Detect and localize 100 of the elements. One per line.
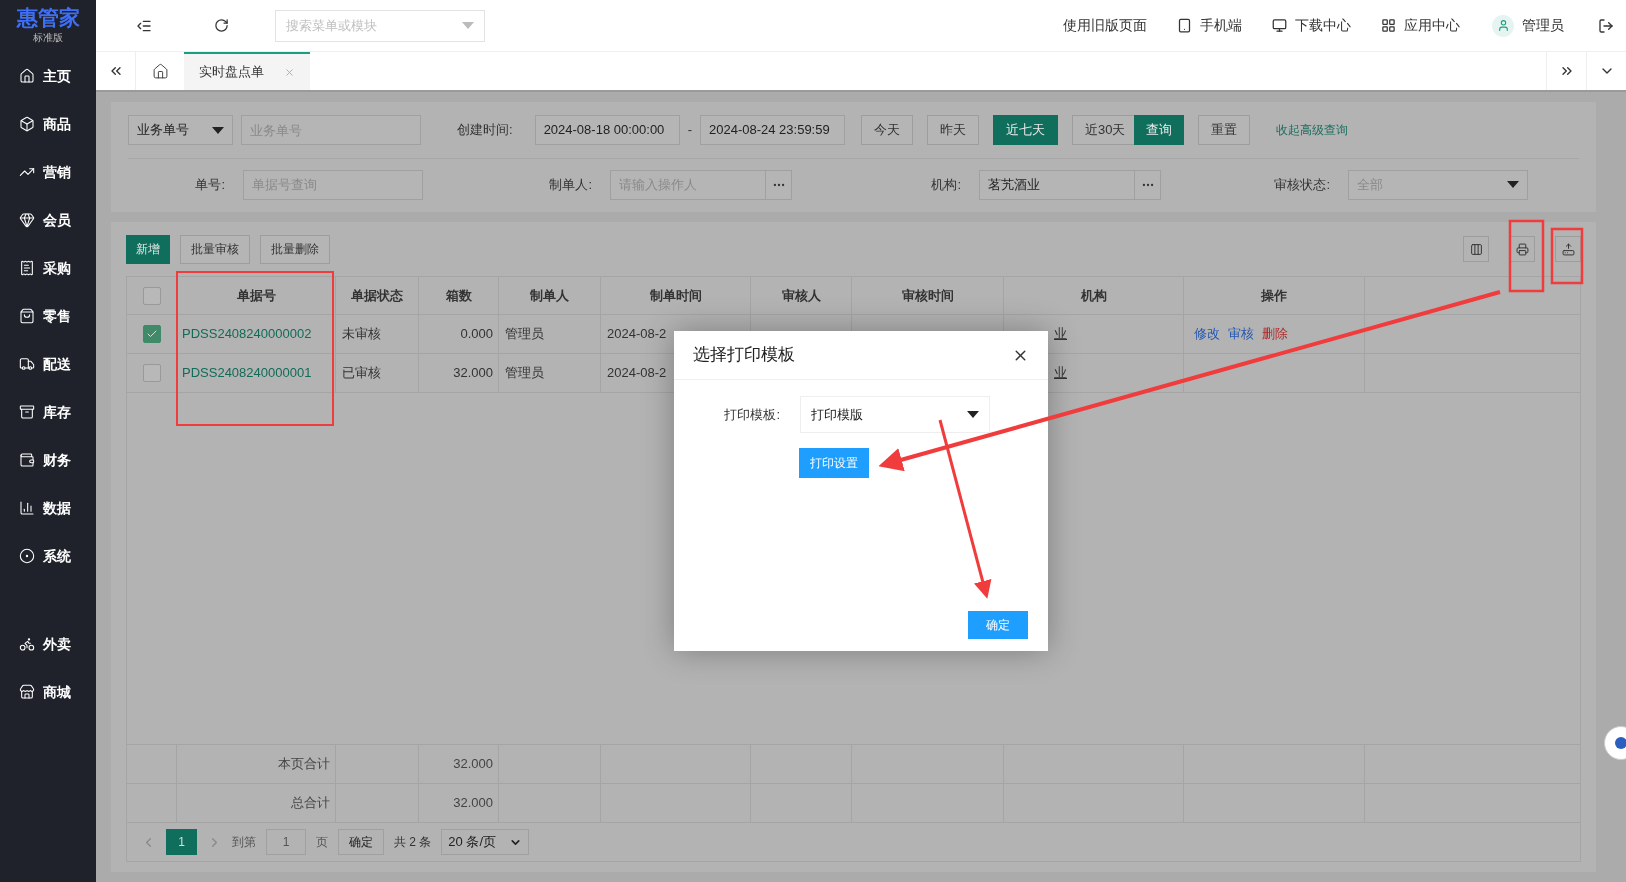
goto-button[interactable]: 确定 (338, 829, 384, 855)
toolbar-button[interactable]: 批量审核 (180, 234, 250, 264)
query-button[interactable]: 查询 (1134, 115, 1185, 145)
column-header: 制单时间 (601, 277, 751, 314)
sidebar-item[interactable]: 库存 (0, 388, 96, 436)
column-header: 单据状态 (336, 277, 419, 314)
column-header: 制单人 (499, 277, 601, 314)
page-number[interactable]: 1 (166, 829, 197, 855)
sidebar-item[interactable]: 会员 (0, 196, 96, 244)
cube-icon (19, 116, 35, 132)
date-range-button[interactable]: 昨天 (926, 115, 979, 145)
bike-icon (19, 636, 35, 652)
grid-icon (1381, 18, 1396, 33)
table-cell-text: 已审核 (342, 364, 381, 383)
edition-label: 标准版 (33, 31, 63, 45)
summary-label: 本页合计 (278, 755, 330, 774)
field-label: 机构: (930, 175, 962, 194)
bag-icon (19, 308, 35, 324)
highlight-frame (1550, 227, 1584, 285)
sidebar-item[interactable]: 零售 (0, 292, 96, 340)
logo-text: 惠管家 (16, 7, 80, 28)
field-label: 打印模板: (723, 405, 781, 424)
truck-icon (19, 356, 35, 372)
header-link[interactable]: 手机端 (1177, 15, 1242, 36)
table-cell-text: 2024-08-2 (607, 325, 667, 344)
select-all-checkbox[interactable] (142, 286, 161, 305)
sidebar-item[interactable]: 外卖 (0, 620, 96, 668)
org-field[interactable]: 茗艽酒业 (979, 169, 1161, 200)
sidebar-item[interactable]: 营销 (0, 148, 96, 196)
table-cell-text: 2024-08-2 (607, 364, 667, 383)
logout-icon[interactable] (1598, 17, 1614, 34)
printer-icon[interactable] (1509, 236, 1535, 262)
export-icon[interactable] (1555, 236, 1581, 262)
summary-label: 总合计 (291, 794, 330, 813)
reset-button[interactable]: 重置 (1198, 115, 1251, 145)
target-icon (19, 548, 35, 564)
field-label: 单号: (194, 175, 226, 194)
page-input[interactable]: 1 (266, 829, 306, 855)
page-size-select[interactable]: 20 条/页 (441, 829, 530, 855)
user-menu[interactable]: 管理员 (1492, 14, 1564, 37)
sidebar-item[interactable]: 数据 (0, 484, 96, 532)
table-cell-text: 业 (1054, 325, 1067, 344)
caret-icon (967, 411, 979, 418)
toolbar-button[interactable]: 新增 (126, 234, 170, 264)
column-header: 机构 (1004, 277, 1184, 314)
bar-chart-icon (19, 500, 35, 516)
sidebar-item[interactable]: 采购 (0, 244, 96, 292)
column-header: 箱数 (419, 277, 499, 314)
page-unit: 页 (316, 834, 328, 851)
sidebar-item[interactable]: 商城 (0, 668, 96, 716)
archive-icon (19, 404, 35, 420)
sidebar-item[interactable]: 系统 (0, 532, 96, 580)
refresh-icon[interactable] (214, 18, 229, 33)
caret-icon (212, 126, 224, 134)
header-link[interactable]: 使用旧版页面 (1063, 15, 1147, 36)
table-cell-text: 未审核 (342, 325, 381, 344)
column-header: 操作 (1184, 277, 1365, 314)
table-cell-text: 管理员 (505, 364, 544, 383)
home-icon (19, 68, 35, 84)
start-date-field[interactable]: 2024-08-18 00:00:00 (534, 115, 680, 145)
column-header: 审核人 (751, 277, 852, 314)
toolbar-button[interactable]: 批量删除 (260, 234, 330, 264)
dialog-title: 选择打印模板 (693, 344, 795, 367)
sidebar-item[interactable]: 商品 (0, 100, 96, 148)
table-cell-text: 0.000 (460, 325, 493, 344)
field-label: 审核状态: (1273, 175, 1331, 194)
row-checkbox[interactable] (142, 325, 161, 343)
header-link[interactable]: 下载中心 (1272, 15, 1351, 36)
user-avatar-icon (1492, 14, 1514, 37)
date-range-button[interactable]: 今天 (860, 115, 913, 145)
columns-icon[interactable] (1463, 236, 1489, 262)
column-header: 审核时间 (852, 277, 1004, 314)
date-range-button[interactable]: 近七天 (992, 115, 1058, 145)
total-count: 共 2 条 (394, 834, 432, 851)
check-icon (145, 328, 158, 340)
template-select[interactable]: 打印模版 (800, 396, 990, 433)
receipt-icon (19, 260, 35, 276)
range-separator: - (687, 121, 692, 140)
table-cell-text: 业 (1054, 364, 1067, 383)
caret-icon (462, 22, 474, 29)
store-icon (19, 684, 35, 700)
page-tab[interactable]: 实时盘点单 (184, 52, 310, 90)
created-label: 创建时间: (457, 121, 513, 140)
header-link[interactable]: 应用中心 (1381, 15, 1460, 36)
goto-label: 到第 (232, 834, 256, 851)
type-select[interactable]: 业务单号 (128, 115, 233, 145)
tablet-icon (1177, 18, 1192, 33)
end-date-field[interactable]: 2024-08-24 23:59:59 (699, 115, 845, 145)
sidebar-item[interactable]: 财务 (0, 436, 96, 484)
row-checkbox[interactable] (142, 364, 161, 382)
home-icon[interactable] (151, 62, 169, 80)
monitor-icon (1272, 18, 1287, 33)
wallet-icon (19, 452, 35, 468)
table-cell-text: 32.000 (453, 755, 493, 774)
sidebar-item[interactable]: 配送 (0, 340, 96, 388)
table-cell-text: 管理员 (505, 325, 544, 344)
sidebar-item[interactable]: 主页 (0, 52, 96, 100)
caret-icon (1507, 181, 1519, 188)
table-cell-text: 32.000 (453, 364, 493, 383)
column-header: 单据号 (177, 277, 336, 314)
